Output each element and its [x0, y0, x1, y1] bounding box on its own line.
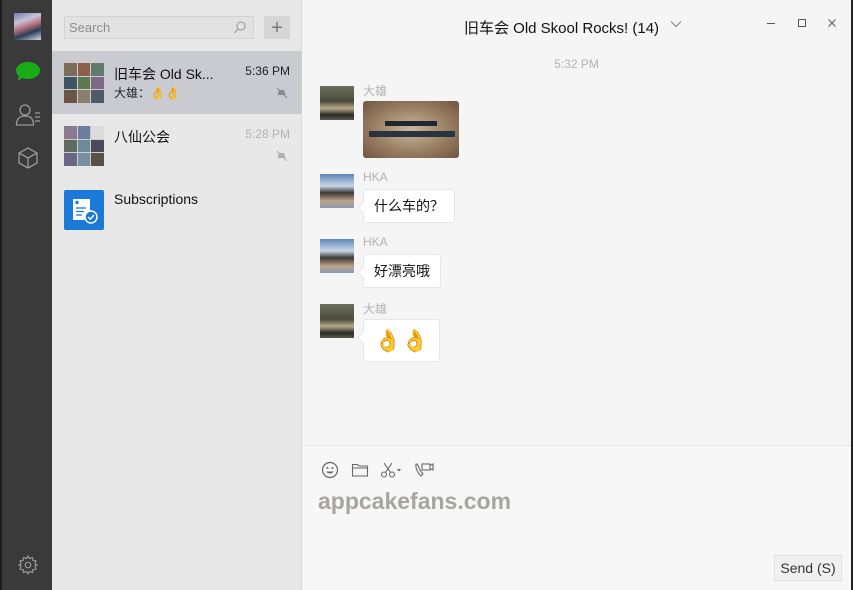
image-message[interactable]: [363, 101, 459, 158]
video-call-icon: [415, 463, 434, 477]
cube-icon: [18, 147, 38, 169]
chat-header: 旧车会 Old Skool Rocks! (14): [302, 0, 851, 50]
message-timestamp: 5:32 PM: [554, 57, 599, 71]
conversation-preview: 大雄：👌👌: [114, 84, 180, 101]
conversation-item[interactable]: 八仙公会 5:28 PM: [52, 114, 302, 177]
sender-name: 大雄: [363, 302, 388, 316]
conversation-item-subscriptions[interactable]: Subscriptions: [52, 178, 302, 241]
composer-toolbar: [320, 460, 444, 480]
minimize-button[interactable]: [762, 14, 780, 32]
preview-sender: 大雄：: [114, 86, 151, 100]
conversation-name: Subscriptions: [114, 191, 199, 207]
minimize-icon: [767, 23, 775, 24]
text-message[interactable]: 什么车的？: [363, 189, 455, 223]
image-detail: [369, 131, 455, 137]
conversation-time: 5:36 PM: [245, 64, 290, 78]
sender-avatar[interactable]: [320, 86, 354, 120]
conversation-name: 八仙公会: [114, 129, 170, 145]
maximize-icon: [798, 19, 806, 27]
sender-avatar[interactable]: [320, 239, 354, 273]
emoji-message[interactable]: 👌👌: [363, 319, 440, 362]
search-icon[interactable]: [233, 20, 247, 36]
group-avatar: [64, 126, 104, 166]
message-input[interactable]: appcakefans.com: [318, 488, 833, 548]
send-button[interactable]: Send (S): [774, 555, 842, 581]
preview-emoji: 👌👌: [150, 86, 180, 100]
sender-name: HKA: [363, 170, 388, 184]
add-chat-button[interactable]: +: [264, 16, 290, 39]
video-call-button[interactable]: [414, 460, 434, 480]
conversation-time: 5:28 PM: [245, 127, 290, 141]
gear-icon: [17, 554, 39, 576]
search-box[interactable]: [64, 16, 254, 39]
mute-icon: [276, 87, 288, 99]
send-file-button[interactable]: [350, 460, 370, 480]
composer: appcakefans.com Send (S): [302, 445, 851, 590]
contacts-icon: [15, 104, 40, 126]
conversation-item[interactable]: 旧车会 Old Sk... 大雄：👌👌 5:36 PM: [52, 51, 302, 114]
conversation-name: 旧车会 Old Sk...: [114, 66, 214, 82]
mute-icon: [276, 150, 288, 162]
screenshot-button[interactable]: [380, 460, 404, 480]
conversation-list-panel: + 旧车会 Old Sk... 大雄：👌👌 5:36 PM 八仙公会 5:28 …: [52, 0, 302, 590]
folder-icon: [351, 463, 369, 477]
sender-name: 大雄: [363, 84, 388, 98]
search-input[interactable]: [65, 20, 225, 35]
maximize-button[interactable]: [793, 14, 811, 32]
chat-bubble-icon: [16, 62, 40, 81]
nav-chats[interactable]: [15, 59, 41, 85]
sender-avatar[interactable]: [320, 174, 354, 208]
sender-avatar[interactable]: [320, 304, 354, 338]
subscriptions-icon: [64, 190, 104, 230]
sender-name: HKA: [363, 235, 388, 249]
text-message[interactable]: 好漂亮哦: [363, 254, 441, 288]
emoji-button[interactable]: [320, 460, 340, 480]
chat-title: 旧车会 Old Skool Rocks! (14): [464, 20, 660, 37]
close-button[interactable]: [823, 14, 841, 32]
image-detail: [385, 121, 437, 126]
group-avatar: [64, 63, 104, 103]
emoji-icon: [321, 461, 339, 479]
nav-rail: [0, 0, 52, 590]
chevron-down-icon[interactable]: [670, 18, 682, 30]
settings-button[interactable]: [15, 552, 41, 578]
user-avatar[interactable]: [14, 13, 41, 40]
nav-favorites[interactable]: [15, 145, 41, 171]
nav-contacts[interactable]: [15, 102, 41, 128]
scissors-icon: [380, 462, 401, 478]
close-icon: [828, 19, 836, 27]
chat-panel: 旧车会 Old Skool Rocks! (14) 5:32 PM 大雄 HKA…: [302, 0, 853, 590]
